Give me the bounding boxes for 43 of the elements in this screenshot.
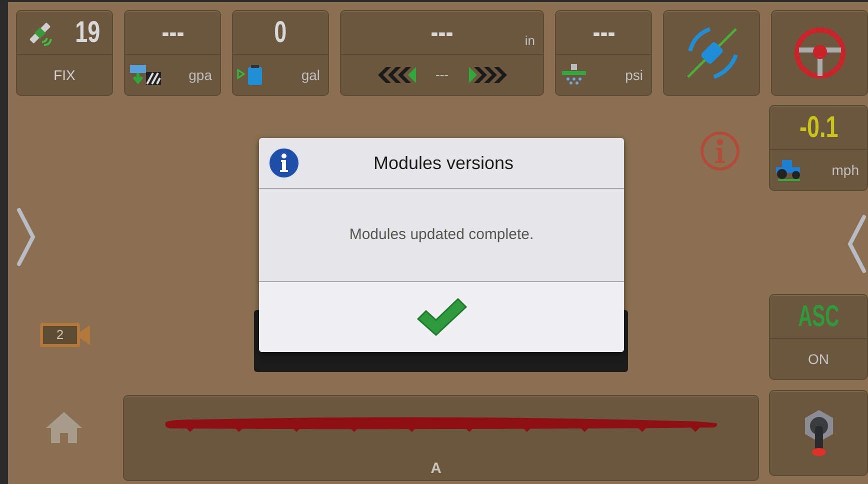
- steering-wheel-icon[interactable]: [792, 26, 846, 80]
- toggle-switch-button[interactable]: [769, 390, 868, 476]
- status-tile[interactable]: --- psi: [555, 10, 652, 96]
- checkmark-icon: [416, 297, 468, 337]
- speed-tile[interactable]: -0.1 mph: [769, 105, 868, 191]
- rate-icon: [129, 64, 163, 86]
- home-icon: [44, 410, 84, 444]
- unit-label: gal: [301, 66, 321, 85]
- chevron-right-icon: [15, 206, 37, 268]
- tile-value: ---: [592, 18, 615, 48]
- unit-label: in: [524, 32, 535, 50]
- camera-number: 2: [40, 323, 80, 347]
- unit-label: gpa: [188, 66, 213, 85]
- dialog-title: Modules versions: [372, 152, 515, 174]
- unit-label: psi: [625, 66, 644, 85]
- asc-state: ON: [808, 350, 829, 368]
- status-tile[interactable]: 19 FIX: [16, 10, 113, 96]
- confirm-button[interactable]: [259, 282, 624, 352]
- sprayer-icon: [560, 63, 588, 87]
- fix-status: FIX: [54, 66, 76, 84]
- speed-value: -0.1: [799, 112, 838, 142]
- status-tile[interactable]: --- gpa: [124, 10, 221, 96]
- expand-left-button[interactable]: [15, 206, 37, 268]
- info-icon: [267, 146, 301, 180]
- tank-icon: [237, 64, 265, 86]
- camera-button[interactable]: 2: [40, 323, 90, 347]
- boom-label: A: [430, 458, 442, 478]
- tile-value: ---: [430, 18, 454, 48]
- tile-value: 0: [274, 18, 287, 48]
- expand-right-button[interactable]: [846, 213, 868, 275]
- home-button[interactable]: [44, 409, 84, 445]
- asc-label: ASC: [798, 302, 840, 332]
- status-tile[interactable]: --- in ---: [340, 10, 544, 96]
- steering-button[interactable]: [771, 10, 868, 96]
- tile-value: ---: [161, 18, 184, 48]
- speed-unit: mph: [832, 160, 860, 180]
- satellite-count: 19: [74, 18, 100, 48]
- offset-value: ---: [436, 66, 448, 84]
- dialog-message: Modules updated complete.: [349, 224, 534, 245]
- guidance-line-button[interactable]: [663, 10, 760, 96]
- status-tile[interactable]: 0 gal: [232, 10, 329, 96]
- chevron-left-icon: [846, 213, 868, 275]
- asc-tile[interactable]: ASC ON: [769, 294, 868, 380]
